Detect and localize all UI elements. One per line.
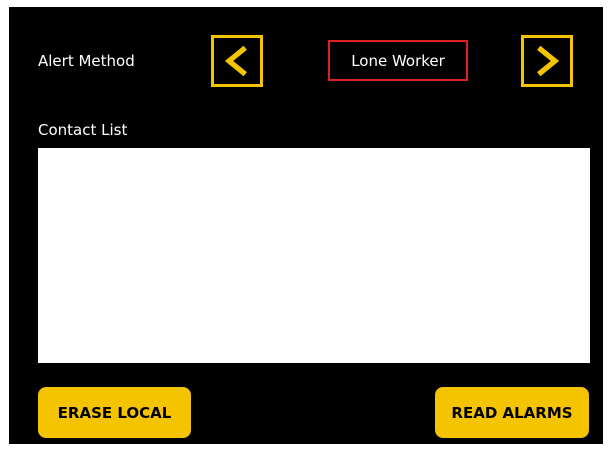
- settings-panel: Alert Method Lone Worker Contact List ER…: [9, 7, 603, 444]
- alert-method-label: Alert Method: [38, 52, 135, 70]
- prev-mode-button[interactable]: [211, 35, 263, 87]
- chevron-right-icon: [537, 45, 560, 77]
- contact-list-label: Contact List: [38, 121, 128, 139]
- alert-mode-display: Lone Worker: [328, 40, 468, 81]
- chevron-left-icon: [224, 45, 247, 77]
- read-alarms-button[interactable]: READ ALARMS: [435, 387, 589, 438]
- next-mode-button[interactable]: [521, 35, 573, 87]
- alert-mode-value: Lone Worker: [351, 51, 445, 70]
- contact-list[interactable]: [38, 148, 590, 363]
- erase-local-button[interactable]: ERASE LOCAL: [38, 387, 191, 438]
